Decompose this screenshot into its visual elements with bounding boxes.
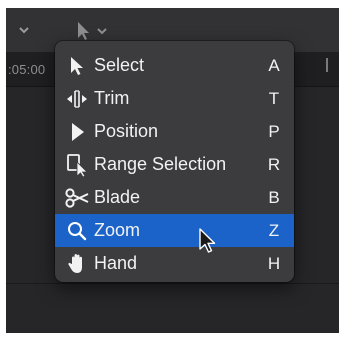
menu-item-zoom[interactable]: Zoom Z: [55, 214, 294, 247]
menu-item-label: Hand: [94, 253, 138, 273]
trim-icon: [62, 82, 92, 115]
menu-item-select[interactable]: Select A: [55, 49, 294, 82]
menu-item-label: Blade: [94, 187, 141, 207]
arrow-pointer-icon: [62, 49, 92, 82]
tool-menu: Select A Trim T Position P Range Selecti…: [55, 41, 294, 282]
ruler-timecode: :05:00: [8, 62, 46, 77]
timeline-divider: [6, 283, 339, 284]
menu-item-blade[interactable]: Blade B: [55, 181, 294, 214]
mouse-cursor-icon: [199, 228, 216, 253]
menu-item-position[interactable]: Position P: [55, 115, 294, 148]
range-selection-icon: [62, 148, 92, 181]
menu-item-shortcut: H: [267, 253, 281, 273]
toolbar-dropdown-button[interactable]: [6, 18, 36, 44]
hand-icon: [62, 247, 92, 280]
menu-item-label: Position: [94, 121, 159, 141]
menu-item-trim[interactable]: Trim T: [55, 82, 294, 115]
menu-item-shortcut: Z: [268, 220, 280, 240]
ruler-tick: [326, 58, 328, 72]
menu-item-label: Zoom: [94, 220, 141, 240]
magnifier-icon: [62, 214, 92, 247]
menu-item-label: Select: [94, 55, 145, 75]
menu-item-label: Range Selection: [94, 154, 227, 174]
menu-item-shortcut: P: [268, 121, 280, 141]
menu-item-shortcut: A: [268, 55, 280, 75]
menu-item-shortcut: R: [267, 154, 281, 174]
scissors-icon: [62, 181, 92, 214]
menu-item-hand[interactable]: Hand H: [55, 247, 294, 280]
menu-item-shortcut: B: [268, 187, 280, 207]
menu-item-range-selection[interactable]: Range Selection R: [55, 148, 294, 181]
menu-item-label: Trim: [94, 88, 130, 108]
position-arrow-icon: [62, 115, 92, 148]
menu-item-shortcut: T: [268, 88, 280, 108]
chevron-down-icon: [19, 27, 29, 34]
